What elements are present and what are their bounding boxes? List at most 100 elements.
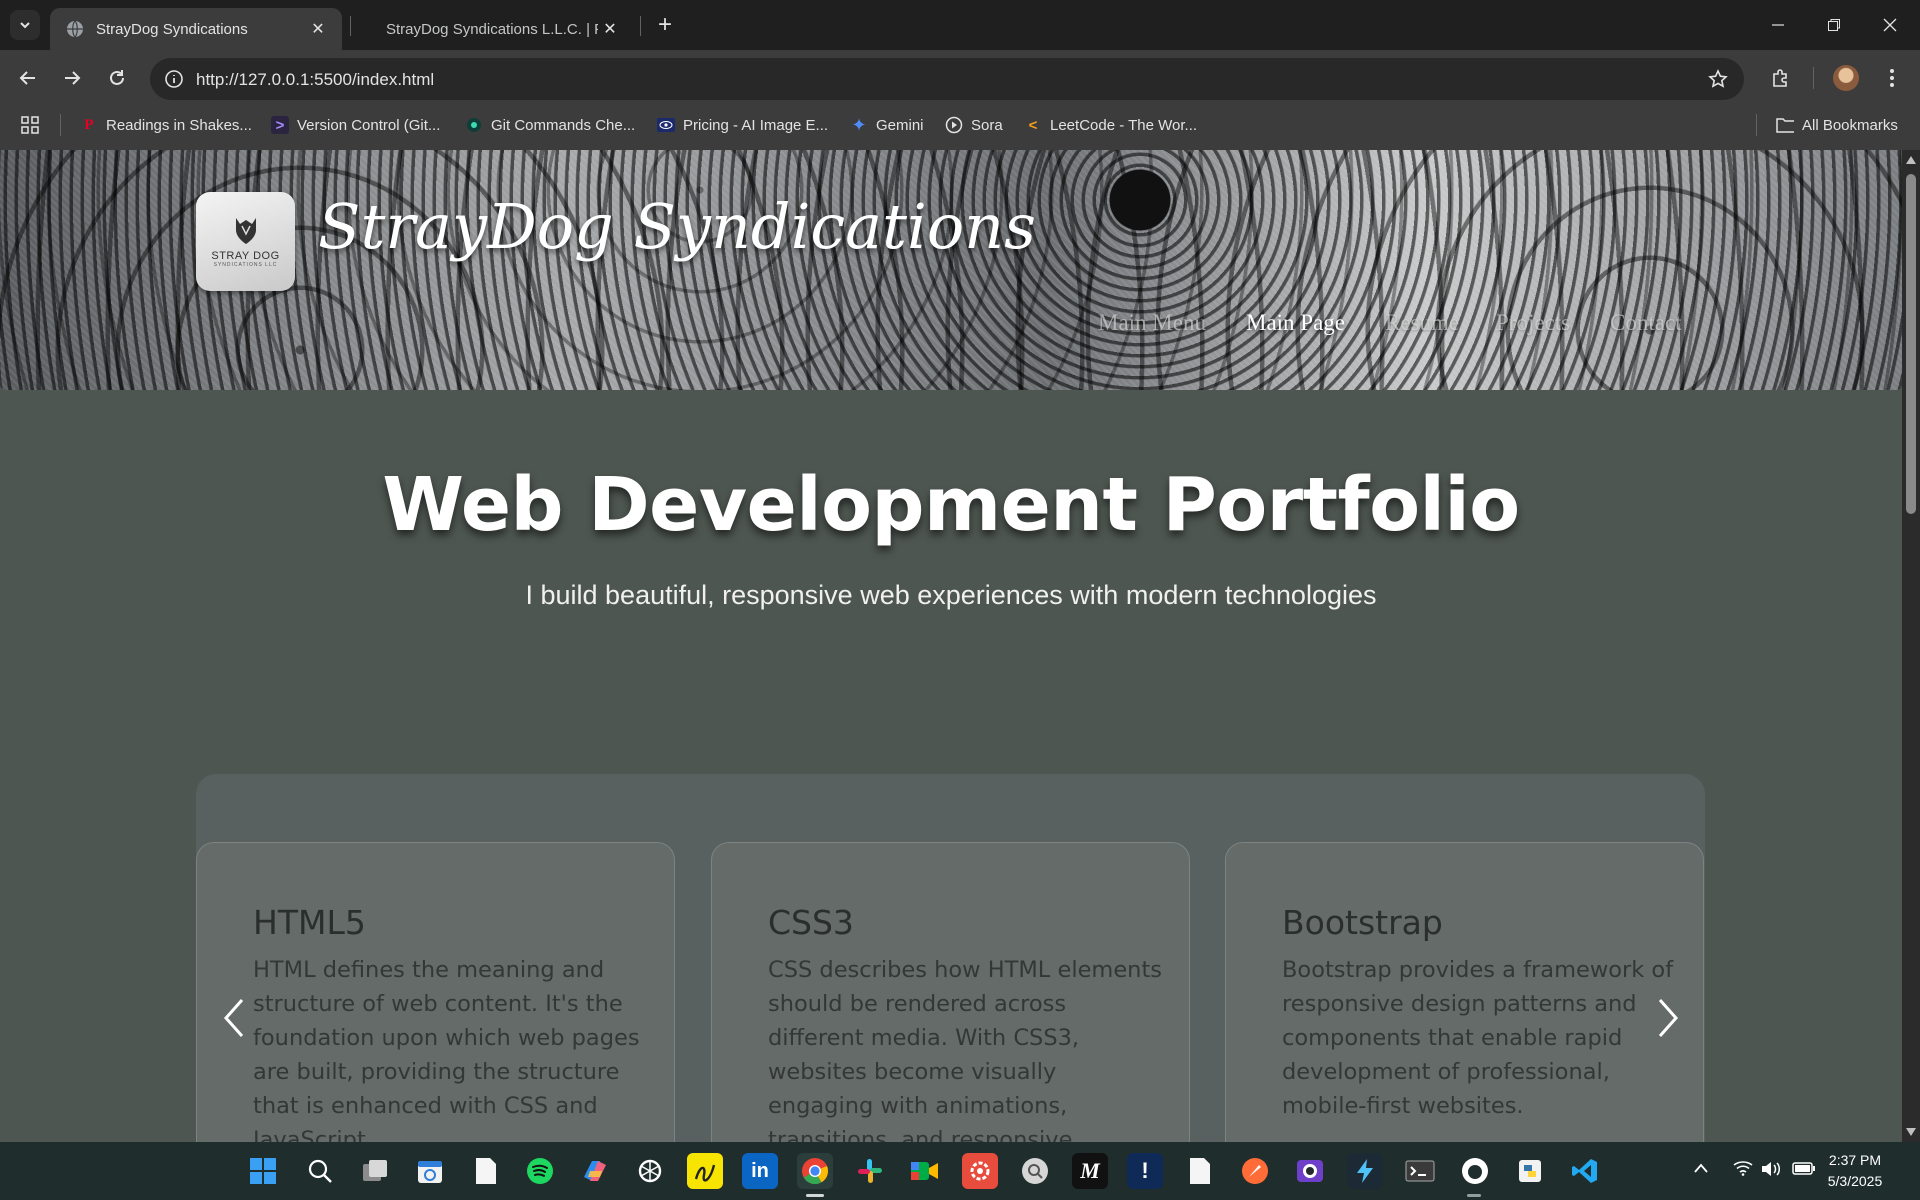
card-body: HTML defines the meaning and structure o… (253, 957, 640, 1142)
taskbar-m-app[interactable]: M (1072, 1153, 1108, 1189)
spotify-icon (527, 1158, 553, 1184)
forward-button[interactable] (56, 62, 88, 94)
nav-contact[interactable]: Contact (1610, 310, 1682, 336)
extensions-button[interactable] (1765, 62, 1797, 94)
scroll-up-arrow-icon[interactable] (1906, 156, 1916, 164)
logo-text: STRAY DOG (211, 249, 280, 262)
wifi-status[interactable] (1733, 1160, 1753, 1180)
tab-search-dropdown-button[interactable] (10, 10, 40, 40)
card-body: Bootstrap provides a framework of respon… (1282, 957, 1674, 1119)
taskbar-github-desktop-app[interactable] (1292, 1153, 1328, 1189)
taskbar-red-app[interactable] (962, 1153, 998, 1189)
taskbar-chrome-app[interactable] (797, 1153, 833, 1189)
gear-icon (970, 1161, 990, 1181)
leetcode-icon: < (1028, 116, 1038, 134)
tab-separator (640, 16, 641, 36)
page-scrollbar[interactable] (1902, 150, 1920, 1142)
profile-avatar-button[interactable] (1830, 62, 1862, 94)
taskbar-copilot-app[interactable] (577, 1153, 613, 1189)
taskbar-meet-app[interactable] (907, 1153, 943, 1189)
reload-button[interactable] (101, 62, 133, 94)
nav-main-menu[interactable]: Main Menu (1098, 310, 1206, 336)
taskbar-linkedin-app[interactable]: in (742, 1153, 778, 1189)
taskbar-chatgpt-app[interactable] (632, 1153, 668, 1189)
nav-resume[interactable]: Resume (1385, 310, 1459, 336)
show-hidden-icons-button[interactable] (1694, 1160, 1708, 1177)
restore-button[interactable] (1806, 0, 1862, 50)
site-logo[interactable]: STRAY DOG SYNDICATIONS LLC (196, 192, 295, 291)
system-clock[interactable]: 2:37 PM 5/3/2025 (1800, 1150, 1910, 1192)
scroll-down-arrow-icon[interactable] (1906, 1128, 1916, 1136)
task-view-button[interactable] (357, 1153, 393, 1189)
chatgpt-icon (638, 1159, 662, 1183)
apps-button[interactable] (20, 112, 40, 138)
sora-icon (945, 116, 963, 134)
start-button[interactable] (245, 1153, 281, 1189)
clock-date: 5/3/2025 (1827, 1173, 1883, 1189)
minimize-icon (1772, 24, 1784, 26)
bookmark-gemini[interactable]: ✦ Gemini (850, 112, 924, 138)
url-text[interactable]: http://127.0.0.1:5500/index.html (196, 70, 434, 90)
pinterest-icon: P (84, 116, 94, 133)
taskbar-spotify-app[interactable] (522, 1153, 558, 1189)
taskbar-bolt-app[interactable] (1347, 1153, 1383, 1189)
tab-straydog-llc[interactable]: StrayDog Syndications L.L.C. | Fr ✕ (352, 8, 634, 50)
forward-arrow-icon (65, 71, 81, 85)
taskbar-calendar-app[interactable] (412, 1153, 448, 1189)
speaker-icon (1762, 1162, 1780, 1176)
avatar (1833, 65, 1859, 91)
taskbar-postman-app[interactable] (1237, 1153, 1273, 1189)
bookmarks-separator (60, 114, 61, 136)
bookmark-leetcode[interactable]: < LeetCode - The Wor... (1024, 112, 1197, 138)
bookmark-git-commands[interactable]: Git Commands Che... (465, 112, 635, 138)
taskbar-file-app[interactable] (1182, 1153, 1218, 1189)
taskbar-info-app[interactable]: ! (1127, 1153, 1163, 1189)
new-tab-button[interactable]: + (650, 10, 680, 40)
windows-logo-icon (250, 1158, 276, 1184)
taskbar-python-app[interactable] (1512, 1153, 1548, 1189)
document-icon (476, 1158, 496, 1184)
taskbar-github-app[interactable] (1457, 1153, 1493, 1189)
tab-title: StrayDog Syndications L.L.C. | Fr (386, 20, 598, 38)
bookmark-readings-shakespeare[interactable]: P Readings in Shakes... (80, 112, 252, 138)
taskbar-slack-app[interactable] (852, 1153, 888, 1189)
card-title: CSS3 (768, 903, 854, 942)
bookmark-label: Gemini (876, 116, 924, 134)
taskbar-terminal-app[interactable] (1402, 1153, 1438, 1189)
back-button[interactable] (12, 62, 44, 94)
address-bar[interactable]: http://127.0.0.1:5500/index.html (150, 58, 1744, 100)
toolbar-separator (1813, 67, 1814, 89)
browser-menu-button[interactable] (1876, 62, 1908, 94)
bookmark-sora[interactable]: Sora (945, 112, 1003, 138)
active-app-indicator (806, 1194, 824, 1197)
tab-strip: StrayDog Syndications ✕ StrayDog Syndica… (0, 0, 1920, 50)
terminal-icon: > (271, 116, 289, 134)
nav-projects[interactable]: Projects (1496, 310, 1570, 336)
tab-straydog-active[interactable]: StrayDog Syndications ✕ (50, 8, 342, 50)
running-app-indicator (1467, 1194, 1481, 1197)
taskbar-search-button[interactable] (302, 1153, 338, 1189)
taskbar-search-app[interactable] (1017, 1153, 1053, 1189)
taskbar-vscode-app[interactable] (1567, 1153, 1603, 1189)
chevron-up-icon (1694, 1163, 1708, 1173)
bolt-icon (1357, 1159, 1373, 1183)
page-headline: Web Development Portfolio (382, 462, 1520, 548)
close-window-button[interactable] (1862, 0, 1918, 50)
taskbar-notepad-app[interactable] (468, 1153, 504, 1189)
volume-status[interactable] (1761, 1160, 1783, 1182)
bookmark-version-control[interactable]: > Version Control (Git... (271, 112, 440, 138)
nav-main-page[interactable]: Main Page (1246, 310, 1345, 336)
site-info-icon[interactable] (164, 69, 184, 89)
bookmark-label: Sora (971, 116, 1003, 134)
carousel-next-button[interactable] (1648, 988, 1688, 1048)
all-bookmarks-button[interactable]: All Bookmarks (1776, 112, 1898, 138)
bookmark-star-icon[interactable] (1708, 69, 1728, 89)
taskbar-miro-app[interactable] (687, 1153, 723, 1189)
bookmark-pricing-ai-image[interactable]: Pricing - AI Image E... (657, 112, 828, 138)
minimize-button[interactable] (1750, 0, 1806, 50)
bookmark-label: Git Commands Che... (491, 116, 636, 134)
carousel-prev-button[interactable] (214, 988, 254, 1048)
close-tab-icon[interactable]: ✕ (598, 17, 622, 41)
close-tab-icon[interactable]: ✕ (306, 17, 330, 41)
scrollbar-thumb[interactable] (1906, 174, 1916, 514)
